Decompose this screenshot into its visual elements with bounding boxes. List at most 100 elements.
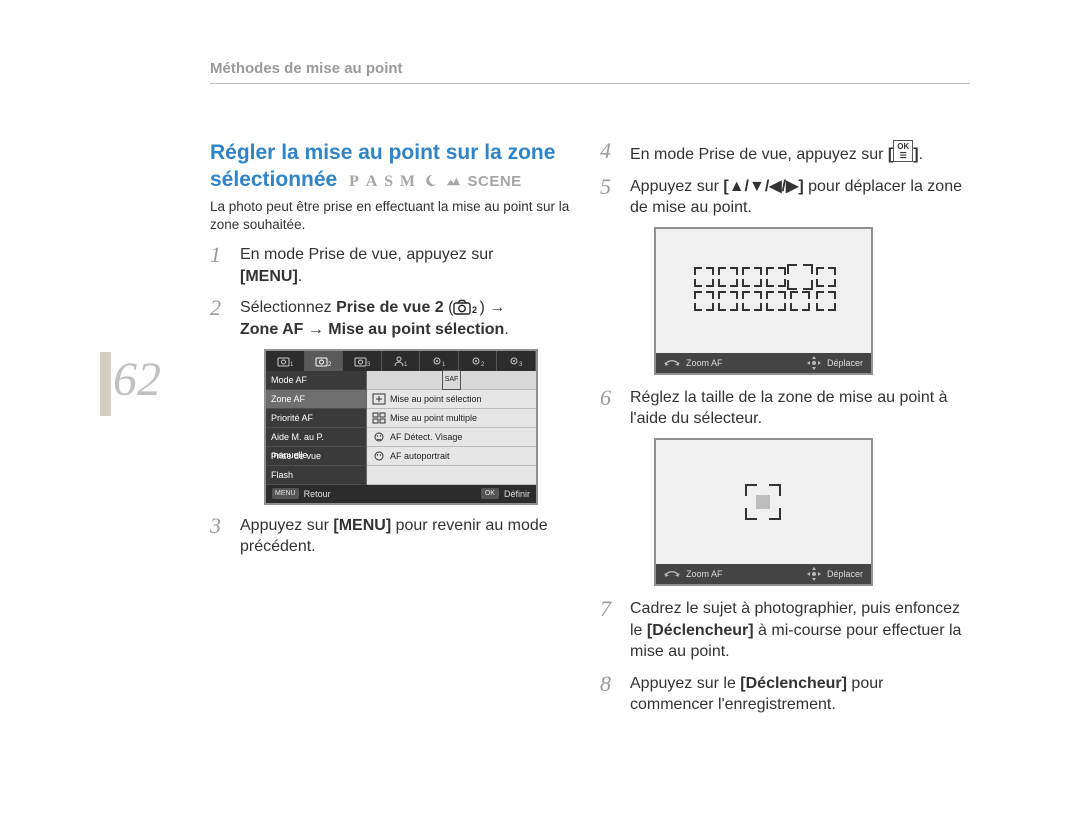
af-bracket [766,291,786,311]
menu-tab-gear1: 1 [420,351,459,371]
menu-option-head: SAF [367,371,536,390]
dpad-keys: [▲/▼/◀/▶] [723,178,803,195]
menu-option-blank [367,466,536,485]
viewfinder-area [656,440,871,564]
mode-night-icon [423,169,438,184]
menu-option-selection: Mise au point sélection [367,390,536,409]
ok-key-icon: OK☰ [893,140,913,162]
menu-options: SAF Mise au point sélection Mise au poin… [367,371,536,485]
vf-zoom-label: Zoom AF [686,357,723,369]
af-bracket [718,291,738,311]
viewfinder-footer: Zoom AF Déplacer [656,353,871,373]
menu-set-label: Définir [504,488,530,500]
af-bracket [816,291,836,311]
menu-back-label: Retour [304,488,331,500]
section-header: Méthodes de mise au point [210,60,403,77]
menu-tab-cam2: 2 [305,351,344,371]
step-4: 4 En mode Prise de vue, appuyez sur [OK☰… [600,140,970,166]
svg-text:2: 2 [472,305,477,315]
right-column: 4 En mode Prise de vue, appuyez sur [OK☰… [600,140,970,726]
svg-text:1: 1 [404,362,408,367]
menu-item-priorite-af: Priorité AF [266,409,366,428]
step-number: 7 [600,594,611,624]
viewfinder-single-af: Zoom AF Déplacer [654,438,873,586]
step-number: 3 [210,511,221,541]
title-line-1: Régler la mise au point sur la zone [210,141,555,164]
menu-tab-cam3: 3 [343,351,382,371]
vf-move-label: Déplacer [827,568,863,580]
menu-ok-button-icon: OK [481,488,499,499]
section-tab [100,352,111,416]
svg-text:3: 3 [367,362,370,367]
step-number: 6 [600,383,611,413]
af-bracket-active [787,264,813,290]
menu-tab-cam1: 1 [266,351,305,371]
step-7: 7 Cadrez le sujet à photographier, puis … [600,598,970,663]
af-bracket [790,291,810,311]
af-bracket [766,267,786,287]
nav-cross-icon [807,567,821,581]
step-2: 2 Sélectionnez Prise de vue 2 (2) → Zone… [210,297,580,504]
mode-a: A [366,173,379,190]
menu-list: Mode AF Zone AF Priorité AF Aide M. au P… [266,371,367,485]
menu-footer: MENU Retour OK Définir [266,485,536,503]
step-6: 6 Réglez la taille de la zone de mise au… [600,387,970,586]
af-bracket [742,267,762,287]
step-8: 8 Appuyez sur le [Déclencheur] pour comm… [600,673,970,716]
step-1: 1 En mode Prise de vue, appuyez sur [MEN… [210,244,580,287]
af-selection-icon [372,393,386,405]
camera-2-icon: 2 [453,299,479,315]
menu-tabs: 1 2 3 1 1 2 3 [266,351,536,371]
af-bracket [694,291,714,311]
menu-tab-gear2: 2 [459,351,498,371]
title-line-2: sélectionnée [210,168,337,191]
menu-screenshot: 1 2 3 1 1 2 3 Mode AF Zone AF Priorité A… [264,349,538,505]
dial-icon [664,358,680,368]
mode-s: S [384,173,394,190]
viewfinder-footer: Zoom AF Déplacer [656,564,871,584]
af-self-icon [372,450,386,462]
menu-option-multiple: Mise au point multiple [367,409,536,428]
step-number: 5 [600,172,611,202]
menu-option-self: AF autoportrait [367,447,536,466]
svg-text:2: 2 [481,362,485,367]
step-number: 2 [210,293,221,323]
nav-cross-icon [807,356,821,370]
svg-text:1: 1 [290,362,293,367]
page-title: Régler la mise au point sur la zone séle… [210,140,580,194]
svg-text:3: 3 [519,362,523,367]
mode-m: M [400,173,416,190]
menu-item-zone-af: Zone AF [266,390,366,409]
menu-back-button-icon: MENU [272,488,299,499]
menu-key: [MENU] [240,268,298,285]
viewfinder-multi-af: Zoom AF Déplacer [654,227,873,375]
menu-tab-gear3: 3 [497,351,536,371]
step-number: 8 [600,669,611,699]
menu-item-mode-af: Mode AF [266,371,366,390]
left-column: Régler la mise au point sur la zone séle… [210,140,580,568]
svg-text:1: 1 [442,362,446,367]
intro-text: La photo peut être prise en effectuant l… [210,198,580,234]
af-face-icon [372,431,386,443]
menu-tab-user1: 1 [382,351,421,371]
af-multi-icon [372,412,386,424]
af-bracket [742,291,762,311]
af-bracket [816,267,836,287]
single-af-reticle [745,484,781,520]
step-number: 4 [600,136,611,166]
menu-item-flash: Flash [266,466,366,485]
menu-item-aide-mf: Aide M. au P. manuelle [266,428,366,447]
viewfinder-area [656,229,871,353]
vf-zoom-label: Zoom AF [686,568,723,580]
header-rule [210,83,970,84]
steps-right: 4 En mode Prise de vue, appuyez sur [OK☰… [600,140,970,716]
mode-landscape-icon [446,169,461,184]
dial-icon [664,569,680,579]
af-bracket [718,267,738,287]
vf-move-label: Déplacer [827,357,863,369]
menu-item-prise-de-vue: Prise de vue [266,447,366,466]
step-number: 1 [210,240,221,270]
step-3: 3 Appuyez sur [MENU] pour revenir au mod… [210,515,580,558]
mode-indicators: P A S M SCENE [349,167,522,194]
step-5: 5 Appuyez sur [▲/▼/◀/▶] pour déplacer la… [600,176,970,375]
